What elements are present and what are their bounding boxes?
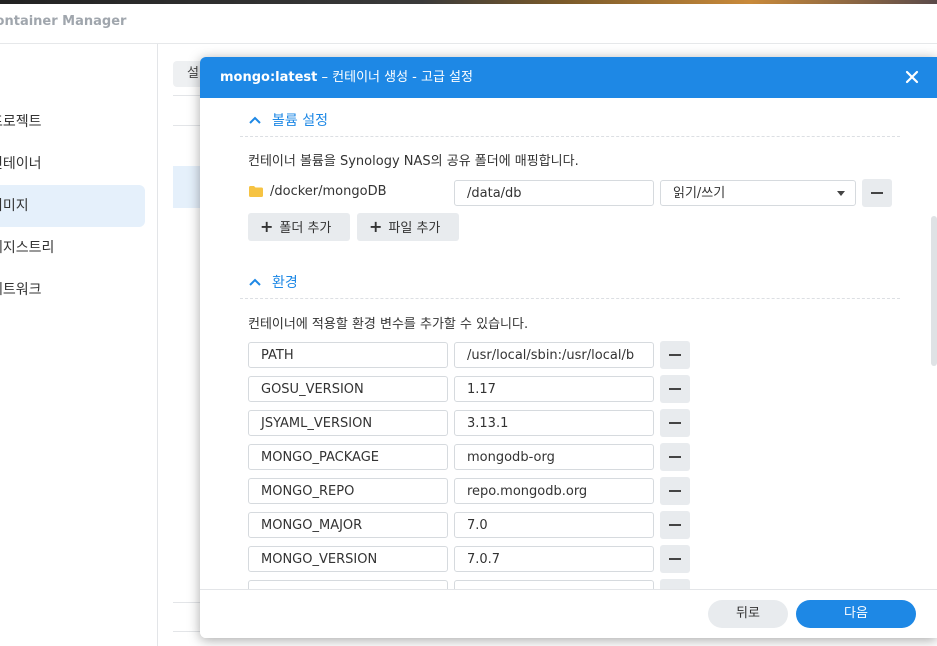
app-title: Container Manager — [0, 14, 127, 29]
env-value-field[interactable] — [454, 580, 654, 589]
env-value-field[interactable]: repo.mongodb.org — [454, 478, 654, 504]
volume-folder-path: /docker/mongoDB — [270, 184, 387, 199]
environment-section-header[interactable]: 환경 — [248, 270, 298, 294]
env-value-field[interactable]: mongodb-org — [454, 444, 654, 470]
remove-env-button[interactable] — [660, 375, 690, 403]
environment-description: 컨테이너에 적용할 환경 변수를 추가할 수 있습니다. — [248, 317, 529, 332]
create-container-dialog: mongo:latest – 컨테이너 생성 - 고급 설정 볼륨 설정 컨테이… — [200, 57, 937, 638]
divider — [240, 136, 900, 137]
remove-env-button[interactable] — [660, 443, 690, 471]
plus-icon: + — [260, 217, 274, 236]
env-key-field[interactable] — [248, 580, 448, 589]
env-key-field[interactable]: GOSU_VERSION — [248, 376, 448, 402]
env-key-field[interactable]: JSYAML_VERSION — [248, 410, 448, 436]
divider — [240, 298, 900, 299]
folder-icon — [249, 186, 263, 197]
sidebar-item-registry[interactable]: 레지스트리 — [0, 227, 145, 269]
env-key-field[interactable]: MONGO_REPO — [248, 478, 448, 504]
remove-env-button[interactable] — [660, 477, 690, 505]
sidebar: 프로젝트 컨테이너 이미지 레지스트리 네트워크 — [0, 44, 158, 646]
add-file-button[interactable]: + 파일 추가 — [357, 213, 459, 241]
env-value-field[interactable]: 7.0.7 — [454, 546, 654, 572]
sidebar-item-image[interactable]: 이미지 — [0, 185, 145, 227]
remove-env-button[interactable] — [660, 579, 690, 589]
volume-description: 컨테이너 볼륨을 Synology NAS의 공유 폴더에 매핑합니다. — [248, 154, 579, 169]
remove-env-button[interactable] — [660, 511, 690, 539]
dialog-header: mongo:latest – 컨테이너 생성 - 고급 설정 — [200, 57, 937, 98]
dialog-footer: 뒤로 다음 — [200, 589, 937, 638]
sidebar-item-container[interactable]: 컨테이너 — [0, 143, 145, 185]
plus-icon: + — [369, 217, 383, 236]
next-button[interactable]: 다음 — [796, 600, 916, 628]
chevron-up-icon — [249, 116, 261, 124]
volume-mode-value: 읽기/쓰기 — [673, 186, 726, 201]
sidebar-item-network[interactable]: 네트워크 — [0, 269, 145, 311]
env-value-field[interactable]: 1.17 — [454, 376, 654, 402]
sidebar-item-project[interactable]: 프로젝트 — [0, 101, 145, 143]
env-key-field[interactable]: MONGO_VERSION — [248, 546, 448, 572]
env-value-field[interactable]: 7.0 — [454, 512, 654, 538]
env-key-field[interactable]: MONGO_MAJOR — [248, 512, 448, 538]
remove-env-button[interactable] — [660, 409, 690, 437]
env-value-field[interactable]: 3.13.1 — [454, 410, 654, 436]
env-key-field[interactable]: MONGO_PACKAGE — [248, 444, 448, 470]
volume-mount-path-field[interactable]: /data/db — [454, 180, 654, 206]
env-value-field[interactable]: /usr/local/sbin:/usr/local/b — [454, 342, 654, 368]
chevron-up-icon — [249, 278, 261, 286]
remove-env-button[interactable] — [660, 341, 690, 369]
volume-section-header[interactable]: 볼륨 설정 — [248, 108, 328, 132]
environment-section-title: 환경 — [272, 275, 298, 291]
remove-volume-button[interactable] — [862, 179, 892, 207]
dialog-body: 볼륨 설정 컨테이너 볼륨을 Synology NAS의 공유 폴더에 매핑합니… — [200, 98, 937, 589]
volume-section-title: 볼륨 설정 — [272, 113, 328, 129]
add-folder-button[interactable]: + 폴더 추가 — [248, 213, 350, 241]
dropdown-arrow-icon — [837, 191, 845, 196]
dialog-title: mongo:latest – 컨테이너 생성 - 고급 설정 — [220, 70, 473, 85]
volume-mode-select[interactable]: 읽기/쓰기 — [660, 180, 856, 206]
env-key-field[interactable]: PATH — [248, 342, 448, 368]
close-icon[interactable] — [903, 68, 921, 86]
scrollbar[interactable] — [931, 216, 937, 366]
remove-env-button[interactable] — [660, 545, 690, 573]
back-button[interactable]: 뒤로 — [708, 600, 788, 628]
